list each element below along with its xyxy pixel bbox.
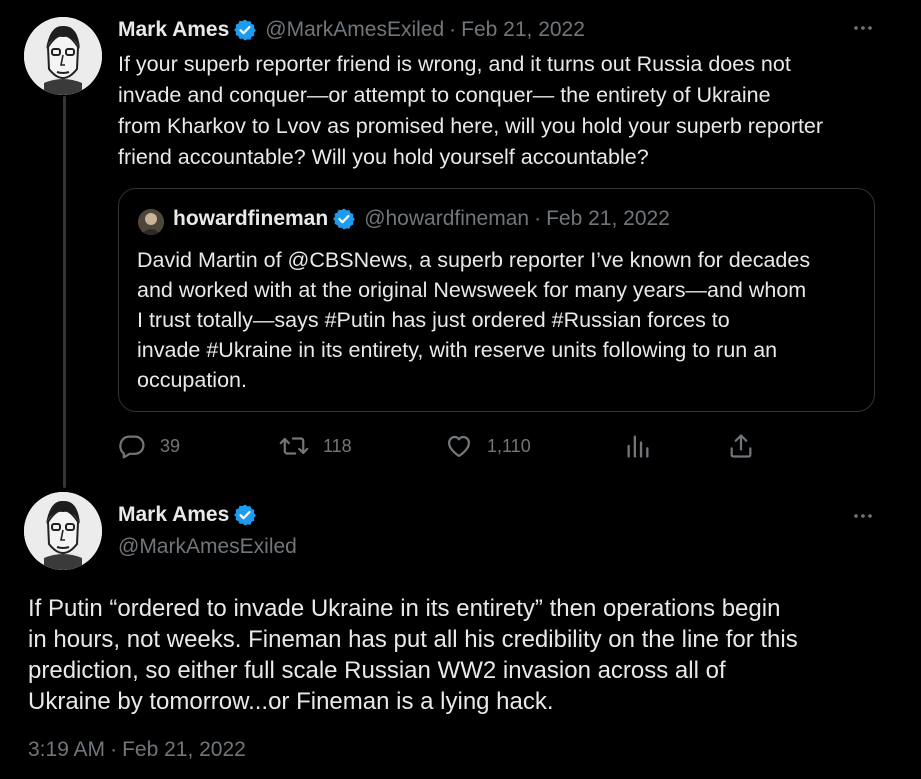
thread-connector-line: [63, 96, 66, 488]
avatar[interactable]: [24, 492, 102, 570]
reply-count: 39: [160, 435, 181, 456]
verified-badge-icon: [233, 18, 257, 42]
reply-tweet-text: If your superb reporter friend is wrong,…: [118, 52, 824, 169]
author-name[interactable]: Mark Ames: [118, 503, 229, 527]
reply-button[interactable]: 39: [118, 432, 180, 460]
avatar-illustration: [24, 492, 102, 570]
quoted-tweet-date: Feb 21, 2022: [546, 207, 670, 230]
avatar-illustration: [24, 17, 102, 95]
reply-tweet-header: Mark Ames @MarkAmesExiled · Feb 21, 2022: [118, 18, 585, 42]
avatar[interactable]: [24, 17, 102, 95]
analytics-button[interactable]: [624, 432, 652, 460]
more-options-button[interactable]: [851, 504, 875, 534]
header-separator: ·: [449, 18, 457, 41]
author-handle[interactable]: @MarkAmesExiled: [265, 18, 444, 42]
more-options-button[interactable]: [851, 16, 875, 46]
tweet-date[interactable]: Feb 21, 2022: [461, 18, 585, 42]
more-horizontal-icon: [854, 26, 872, 30]
reply-icon: [119, 435, 145, 459]
main-tweet-text: If Putin “ordered to invade Ukraine in i…: [28, 595, 798, 715]
retweet-icon: [279, 437, 309, 455]
analytics-bars-icon: [627, 435, 649, 458]
verified-badge-icon: [332, 207, 356, 231]
more-horizontal-icon: [854, 514, 872, 518]
heart-icon: [447, 435, 471, 458]
tweet-full-date[interactable]: Feb 21, 2022: [122, 738, 246, 762]
quoted-author-name: howardfineman: [173, 207, 329, 230]
tweet-timestamp-row: 3:19 AM · Feb 21, 2022: [28, 738, 246, 762]
tweet-time[interactable]: 3:19 AM: [28, 738, 105, 762]
retweet-count: 118: [323, 435, 352, 456]
share-button[interactable]: [727, 432, 755, 460]
quoted-header-separator: ·: [534, 207, 542, 230]
quoted-author-handle: @howardfineman: [364, 207, 530, 230]
main-tweet-name-row: Mark Ames: [118, 503, 257, 527]
author-name[interactable]: Mark Ames: [118, 18, 229, 42]
author-handle[interactable]: @MarkAmesExiled: [118, 535, 297, 559]
quoted-tweet-header: howardfineman @howardfineman · Feb 21, 2…: [173, 207, 670, 231]
share-upload-icon: [730, 434, 752, 458]
quoted-tweet-card[interactable]: howardfineman @howardfineman · Feb 21, 2…: [118, 188, 875, 412]
timestamp-separator: ·: [110, 738, 118, 761]
retweet-button[interactable]: 118: [279, 432, 352, 460]
quoted-tweet-text: David Martin of @CBSNews, a superb repor…: [137, 248, 811, 392]
like-count: 1,110: [487, 435, 531, 456]
quoted-author-avatar: [138, 209, 164, 235]
verified-badge-icon: [233, 503, 257, 527]
like-button[interactable]: 1,110: [445, 432, 531, 460]
